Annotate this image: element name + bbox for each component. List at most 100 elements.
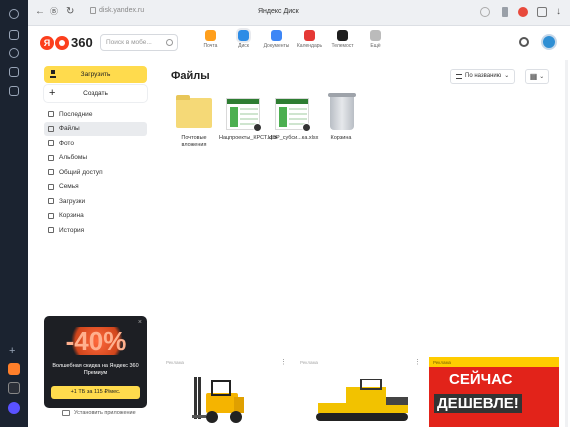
sidebar-item-shared[interactable]: Общий доступ	[44, 165, 147, 180]
download-icon	[48, 198, 54, 205]
translate-icon[interactable]	[480, 7, 490, 17]
spreadsheet-thumbnail	[219, 92, 267, 132]
spreadsheet-thumbnail	[268, 92, 316, 132]
ad-headline-2: ДЕШЕВЛЕ!	[434, 394, 522, 413]
file-item[interactable]: Корзина	[317, 92, 365, 148]
downloads-icon[interactable]: ↓	[556, 7, 561, 17]
ad-label: Реклама	[433, 360, 452, 365]
plus-icon: +	[49, 87, 56, 99]
sidebar-item-family[interactable]: Семья	[44, 180, 147, 195]
sidebar-item-label: Корзина	[59, 212, 84, 220]
promo-banner[interactable]: × -40% Волшебная скидка на Яндекс 360 Пр…	[44, 316, 147, 408]
create-button[interactable]: + Создать	[44, 85, 147, 102]
monitor-icon	[62, 410, 70, 416]
chevron-down-icon: ⌄	[539, 74, 545, 80]
back-icon[interactable]: ←	[35, 7, 45, 17]
service-label: Ещё	[370, 43, 381, 49]
add-panel-icon[interactable]: +	[9, 346, 15, 357]
service-documents[interactable]: Документы	[260, 29, 293, 49]
more-icon	[370, 30, 381, 41]
sidebar: Загрузить + Создать Последние Файлы Фото Ал…	[36, 60, 154, 427]
extensions-icon[interactable]	[537, 7, 547, 17]
address-bar[interactable]: disk.yandex.ru	[90, 7, 144, 14]
more-icon[interactable]: ⋮	[414, 358, 421, 366]
page-scrollbar[interactable]	[565, 60, 568, 427]
avatar[interactable]	[541, 34, 557, 50]
mail-app-icon[interactable]	[8, 363, 20, 375]
albums-icon	[48, 154, 54, 161]
file-item[interactable]: Почтовые вложения	[170, 92, 218, 148]
ad-card[interactable]: Реклама СЕЙЧАС ДЕШЕВЛЕ!	[429, 357, 559, 427]
ad-card[interactable]: Реклама ⋮	[162, 357, 290, 427]
file-name: ЦЭР_субси...ка.xlsx	[268, 135, 319, 141]
yandex-360-logo[interactable]: Я 360	[40, 35, 93, 50]
service-calendar[interactable]: Календарь	[293, 29, 326, 49]
sidebar-item-history[interactable]: История	[44, 223, 147, 238]
sort-dropdown[interactable]: По названию ⌄	[450, 69, 516, 84]
music-app-icon[interactable]	[8, 382, 20, 394]
view-mode-button[interactable]: ▦ ⌄	[525, 69, 549, 84]
logo-text: 360	[71, 35, 93, 50]
yandex-browser-icon[interactable]: Ⓑ	[50, 7, 58, 17]
file-name: Нацпроекты_КРСТ.xlsx	[219, 135, 278, 141]
sidebar-item-file[interactable]: Файлы	[44, 121, 147, 136]
sidebar-item-albums[interactable]: Альбомы	[44, 151, 147, 166]
url-text: disk.yandex.ru	[99, 7, 145, 14]
sidebar-item-label: Общий доступ	[59, 168, 103, 176]
search-input[interactable]: Поиск в мобе...	[100, 34, 178, 51]
service-disk[interactable]: Диск	[227, 28, 260, 49]
sort-label: По названию	[465, 73, 502, 79]
install-app-link[interactable]: Установить приложение	[62, 410, 136, 416]
notes-icon[interactable]	[9, 86, 19, 96]
service-label: Почта	[203, 43, 218, 49]
upload-icon	[50, 70, 56, 78]
profile-icon[interactable]	[518, 7, 528, 17]
file-item[interactable]: ЦЭР_субси...ка.xlsx	[268, 92, 319, 148]
sidebar-item-trash[interactable]: Корзина	[44, 209, 147, 224]
collections-icon[interactable]	[9, 67, 19, 77]
trash-bin-icon	[317, 92, 365, 132]
bookmarks-icon[interactable]	[9, 30, 19, 40]
sidebar-item-label: Файлы	[59, 125, 80, 133]
history-icon[interactable]	[9, 9, 19, 19]
clock-icon	[48, 111, 54, 118]
service-mail[interactable]: Почта	[194, 29, 227, 49]
shared-icon	[48, 169, 54, 176]
ya-logo-icon: Я	[40, 35, 54, 50]
page-title: Яндекс Диск	[258, 8, 299, 15]
media-icon[interactable]	[9, 48, 19, 58]
search-placeholder: Поиск в мобе...	[106, 39, 152, 46]
alice-icon[interactable]	[8, 402, 20, 414]
ad-headline-1: СЕЙЧАС	[449, 371, 513, 388]
service-label: Документы	[263, 43, 290, 49]
service-more[interactable]: Ещё	[359, 29, 392, 49]
sidebar-item-label: Фото	[59, 139, 74, 147]
browser-toolbar: ← Ⓑ ↻ disk.yandex.ru Яндекс Диск ↓	[28, 0, 570, 26]
upload-label: Загрузить	[80, 71, 111, 78]
file-item[interactable]: Нацпроекты_КРСТ.xlsx	[219, 92, 278, 148]
upload-button[interactable]: Загрузить	[44, 66, 147, 83]
more-icon[interactable]: ⋮	[280, 358, 287, 366]
promo-button[interactable]: +1 ТБ за 115 ₽/мес.	[51, 386, 140, 399]
close-icon[interactable]: ×	[138, 319, 142, 326]
trash-icon	[48, 212, 54, 219]
grid-icon: ▦	[529, 72, 538, 81]
sidebar-item-clock[interactable]: Последние	[44, 107, 147, 122]
asphalt-paver-image	[316, 379, 408, 421]
sidebar-item-label: Семья	[59, 183, 79, 191]
family-icon	[48, 183, 54, 190]
service-label: Диск	[238, 43, 249, 49]
sidebar-nav: Последние Файлы Фото Альбомы Общий доступ Сем…	[44, 107, 147, 238]
service-telemost[interactable]: Телемост	[326, 29, 359, 49]
reload-icon[interactable]: ↻	[66, 7, 74, 17]
sidebar-item-download[interactable]: Загрузки	[44, 194, 147, 209]
settings-gear-icon[interactable]	[519, 37, 529, 47]
ads-row: Реклама ⋮ Реклама ⋮ Реклама СЕЙЧАС ДЕШЕВ…	[160, 357, 562, 427]
chevron-down-icon: ⌄	[504, 73, 510, 79]
ad-card[interactable]: Реклама ⋮	[296, 357, 424, 427]
sidebar-item-photo[interactable]: Фото	[44, 136, 147, 151]
bookmark-icon[interactable]	[502, 7, 508, 17]
file-name: Почтовые вложения	[181, 135, 207, 148]
services-nav: Почта Диск Документы Календарь Телемост Ещё	[194, 28, 392, 49]
service-label: Телемост	[331, 43, 354, 49]
